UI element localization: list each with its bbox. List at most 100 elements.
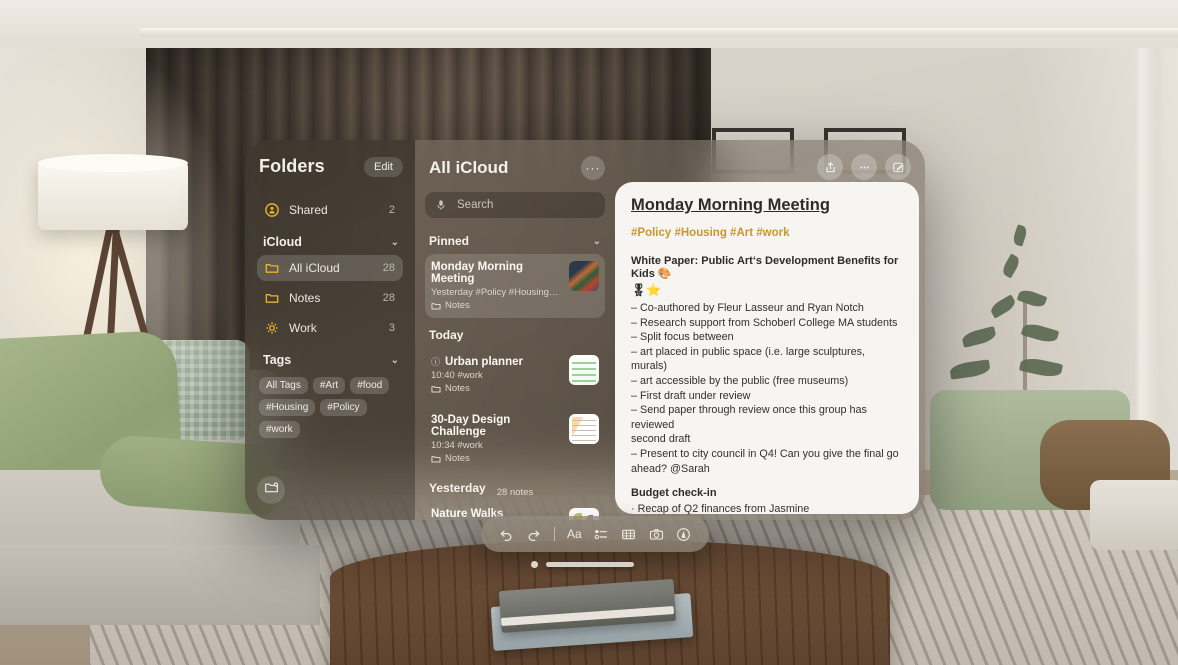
new-folder-button[interactable] bbox=[257, 476, 285, 504]
sidebar-item-count: 2 bbox=[388, 204, 395, 216]
note-folder: Notes bbox=[431, 453, 561, 464]
sidebar-item-count: 28 bbox=[382, 292, 395, 304]
tag-food[interactable]: #food bbox=[350, 377, 390, 394]
note-meta: 10:40 #work bbox=[431, 370, 483, 381]
sidebar-item-count: 3 bbox=[388, 322, 395, 334]
folder-icon bbox=[265, 291, 279, 305]
notes-count-footer: 28 notes bbox=[496, 487, 534, 498]
note-item-text: Monday Morning Meeting Yesterday #Policy… bbox=[431, 261, 561, 311]
note-paper: Monday Morning Meeting #Policy #Housing … bbox=[615, 182, 919, 514]
note-line: second draft bbox=[631, 433, 691, 446]
camera-button[interactable] bbox=[649, 527, 664, 542]
sidebar-item-work[interactable]: Work 3 bbox=[257, 315, 403, 341]
new-folder-icon bbox=[264, 480, 279, 500]
list-item[interactable]: ⓘ Urban planner 10:40 #work Notes bbox=[425, 348, 605, 401]
text-format-button[interactable]: Aa bbox=[567, 527, 582, 541]
sidebar-item-notes[interactable]: Notes 28 bbox=[257, 285, 403, 311]
folder-icon bbox=[431, 301, 441, 311]
folder-icon bbox=[265, 261, 279, 275]
note-item-text: 30-Day Design Challenge 10:34 #work Note… bbox=[431, 414, 561, 464]
note-folder: Notes bbox=[431, 300, 561, 311]
tag-all-tags[interactable]: All Tags bbox=[259, 377, 308, 394]
undo-button[interactable] bbox=[499, 527, 514, 542]
checklist-button[interactable] bbox=[594, 527, 609, 542]
note-title: ⓘ Urban planner bbox=[431, 355, 561, 368]
folder-icon bbox=[431, 454, 441, 464]
note-detail-tags: #Policy #Housing #Art #work bbox=[631, 227, 790, 239]
tag-art[interactable]: #Art bbox=[312, 377, 346, 394]
note-section-heading: White Paper: Public Art‘s Development Be… bbox=[631, 255, 899, 280]
note-folder: Notes bbox=[431, 383, 561, 394]
list-item[interactable]: 30-Day Design Challenge 10:34 #work Note… bbox=[425, 407, 605, 471]
note-line: – art placed in public space (i.e. large… bbox=[631, 345, 866, 373]
chevron-down-icon: ⌄ bbox=[592, 235, 601, 247]
note-detail-title: Monday Morning Meeting bbox=[631, 196, 830, 214]
edit-button[interactable]: Edit bbox=[364, 156, 403, 177]
group-label: Today bbox=[429, 328, 464, 342]
sidebar-header: Folders Edit bbox=[257, 156, 403, 177]
group-label: Pinned bbox=[429, 234, 470, 248]
shared-person-icon bbox=[265, 203, 279, 217]
sidebar-item-all-icloud[interactable]: All iCloud 28 bbox=[257, 255, 403, 281]
side-table bbox=[1090, 480, 1178, 550]
group-header-pinned[interactable]: Pinned ⌄ bbox=[425, 230, 605, 254]
sidebar-title: Folders bbox=[259, 156, 325, 176]
note-meta: Yesterday #Policy #Housing #... bbox=[431, 287, 561, 298]
note-meta: 10:34 #work bbox=[431, 440, 483, 451]
sidebar-item-label: Shared bbox=[289, 203, 328, 217]
note-item-text: ⓘ Urban planner 10:40 #work Notes bbox=[431, 355, 561, 395]
detail-toolbar bbox=[817, 154, 911, 180]
list-more-button[interactable]: ··· bbox=[581, 156, 605, 180]
markup-pen-button[interactable] bbox=[676, 527, 691, 542]
note-line: · Recap of Q2 finances from Jasmine bbox=[631, 503, 810, 514]
more-button[interactable] bbox=[851, 154, 877, 180]
note-line: – Send paper through review once this gr… bbox=[631, 404, 867, 431]
sidebar-item-shared[interactable]: Shared 2 bbox=[257, 197, 403, 223]
list-title: All iCloud bbox=[429, 158, 509, 177]
note-section-heading: Budget check-in bbox=[631, 487, 717, 500]
right-wall-edge bbox=[1138, 14, 1160, 484]
sidebar-section-tags[interactable]: Tags ⌄ bbox=[257, 347, 403, 373]
note-folder-label: Notes bbox=[445, 453, 470, 464]
note-title-text: Urban planner bbox=[445, 355, 523, 368]
window-close-dot[interactable] bbox=[531, 561, 538, 568]
tag-policy[interactable]: #Policy bbox=[320, 399, 367, 416]
tag-work[interactable]: #work bbox=[259, 421, 300, 438]
sidebar-section-label: Tags bbox=[263, 353, 292, 367]
note-content[interactable]: Monday Morning Meeting #Policy #Housing … bbox=[615, 182, 919, 514]
sidebar-item-label: Notes bbox=[289, 291, 321, 305]
search-placeholder: Search bbox=[457, 199, 494, 211]
search-input[interactable]: Search bbox=[425, 192, 605, 218]
folders-sidebar: Folders Edit Shared 2 iCloud ⌄ All iClou… bbox=[245, 140, 415, 520]
sidebar-section-icloud[interactable]: iCloud ⌄ bbox=[257, 229, 403, 255]
folder-icon bbox=[431, 384, 441, 394]
note-thumbnail bbox=[569, 355, 599, 385]
note-folder-label: Notes bbox=[445, 300, 470, 311]
redo-button[interactable] bbox=[526, 527, 541, 542]
share-button[interactable] bbox=[817, 154, 843, 180]
window-grabber-bar[interactable] bbox=[546, 562, 634, 567]
note-thumbnail bbox=[569, 414, 599, 444]
cornice bbox=[140, 28, 1178, 37]
note-title: Monday Morning Meeting bbox=[431, 261, 523, 285]
note-line: ahead? @Sarah bbox=[631, 462, 710, 475]
group-header-today[interactable]: Today bbox=[425, 324, 605, 348]
editing-toolbar: Aa bbox=[481, 516, 709, 552]
sidebar-section-label: iCloud bbox=[263, 235, 302, 249]
note-section-emoji: 🎖⭐ bbox=[631, 283, 662, 297]
tag-housing[interactable]: #Housing bbox=[259, 399, 316, 416]
tag-list: All Tags #Art #food #Housing #Policy #wo… bbox=[257, 373, 403, 442]
note-line: – Split focus between bbox=[631, 331, 734, 344]
sidebar-item-label: Work bbox=[289, 321, 317, 335]
gear-folder-icon bbox=[265, 321, 279, 335]
list-item[interactable]: Monday Morning Meeting Yesterday #Policy… bbox=[425, 254, 605, 318]
microphone-icon bbox=[435, 198, 449, 212]
note-thumbnail bbox=[569, 261, 599, 291]
note-folder-label: Notes bbox=[445, 383, 470, 394]
table-button[interactable] bbox=[621, 527, 636, 542]
note-line: – art accessible by the public (free mus… bbox=[631, 374, 849, 387]
chevron-down-icon: ⌄ bbox=[390, 236, 399, 248]
note-line: – Research support from Schoberl College… bbox=[631, 316, 898, 329]
compose-button[interactable] bbox=[885, 154, 911, 180]
